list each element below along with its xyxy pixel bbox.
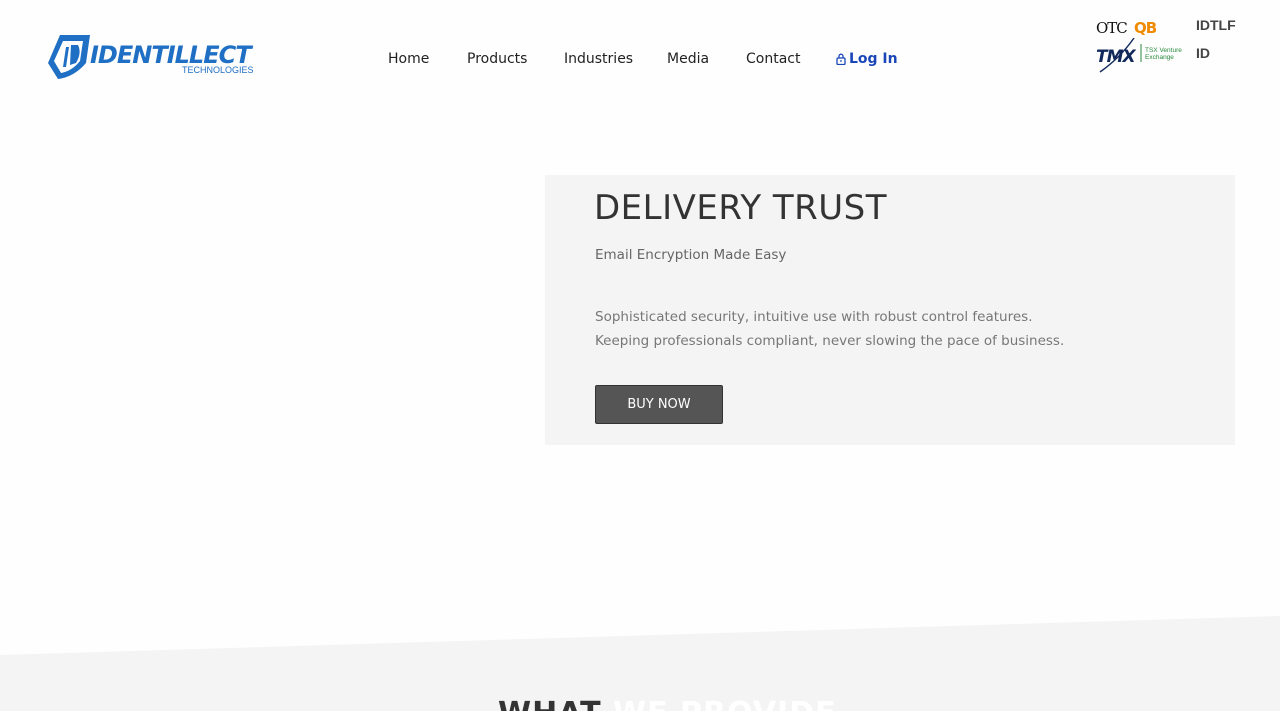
hero-subtitle: Email Encryption Made Easy xyxy=(595,247,787,263)
nav-media[interactable]: Media xyxy=(667,51,709,67)
hero-title: DELIVERY TRUST xyxy=(594,188,888,228)
identillect-logo[interactable]: IDENTILLECT TECHNOLOGIES xyxy=(46,33,256,81)
svg-text:OTC: OTC xyxy=(1096,19,1127,36)
nav-products[interactable]: Products xyxy=(467,51,527,67)
svg-text:TMX: TMX xyxy=(1096,47,1137,67)
buy-now-button[interactable]: BUY NOW xyxy=(595,385,723,424)
login-link[interactable]: Log In xyxy=(836,51,898,67)
otc-ticker: IDTLF xyxy=(1196,17,1236,33)
svg-text:TSX Venture: TSX Venture xyxy=(1145,47,1182,54)
tsx-ticker: ID xyxy=(1196,45,1210,61)
heading-part-1: WHAT xyxy=(498,696,602,711)
section-divider xyxy=(0,616,1280,711)
svg-text:QB: QB xyxy=(1134,19,1157,36)
exchange-listings: OTC QB TMX TSX Venture Exchange IDTLF ID xyxy=(1096,16,1246,76)
section-heading: WHAT WE PROVIDE xyxy=(498,696,837,711)
nav-home[interactable]: Home xyxy=(388,51,429,67)
login-label: Log In xyxy=(849,51,898,67)
hero-description: Sophisticated security, intuitive use wi… xyxy=(595,305,1064,353)
hero-desc-line: Sophisticated security, intuitive use wi… xyxy=(595,309,1033,325)
nav-industries[interactable]: Industries xyxy=(564,51,633,67)
lock-icon xyxy=(836,53,846,66)
nav-contact[interactable]: Contact xyxy=(746,51,800,67)
hero-desc-line: Keeping professionals compliant, never s… xyxy=(595,333,1065,349)
tmx-logo[interactable]: TMX TSX Venture Exchange xyxy=(1096,37,1186,78)
heading-part-2: WE PROVIDE xyxy=(613,696,837,711)
svg-text:TECHNOLOGIES: TECHNOLOGIES xyxy=(182,65,254,75)
svg-text:Exchange: Exchange xyxy=(1145,54,1174,61)
otcqb-logo[interactable]: OTC QB xyxy=(1096,18,1162,40)
site-header: IDENTILLECT TECHNOLOGIES Home Products I… xyxy=(0,0,1280,110)
